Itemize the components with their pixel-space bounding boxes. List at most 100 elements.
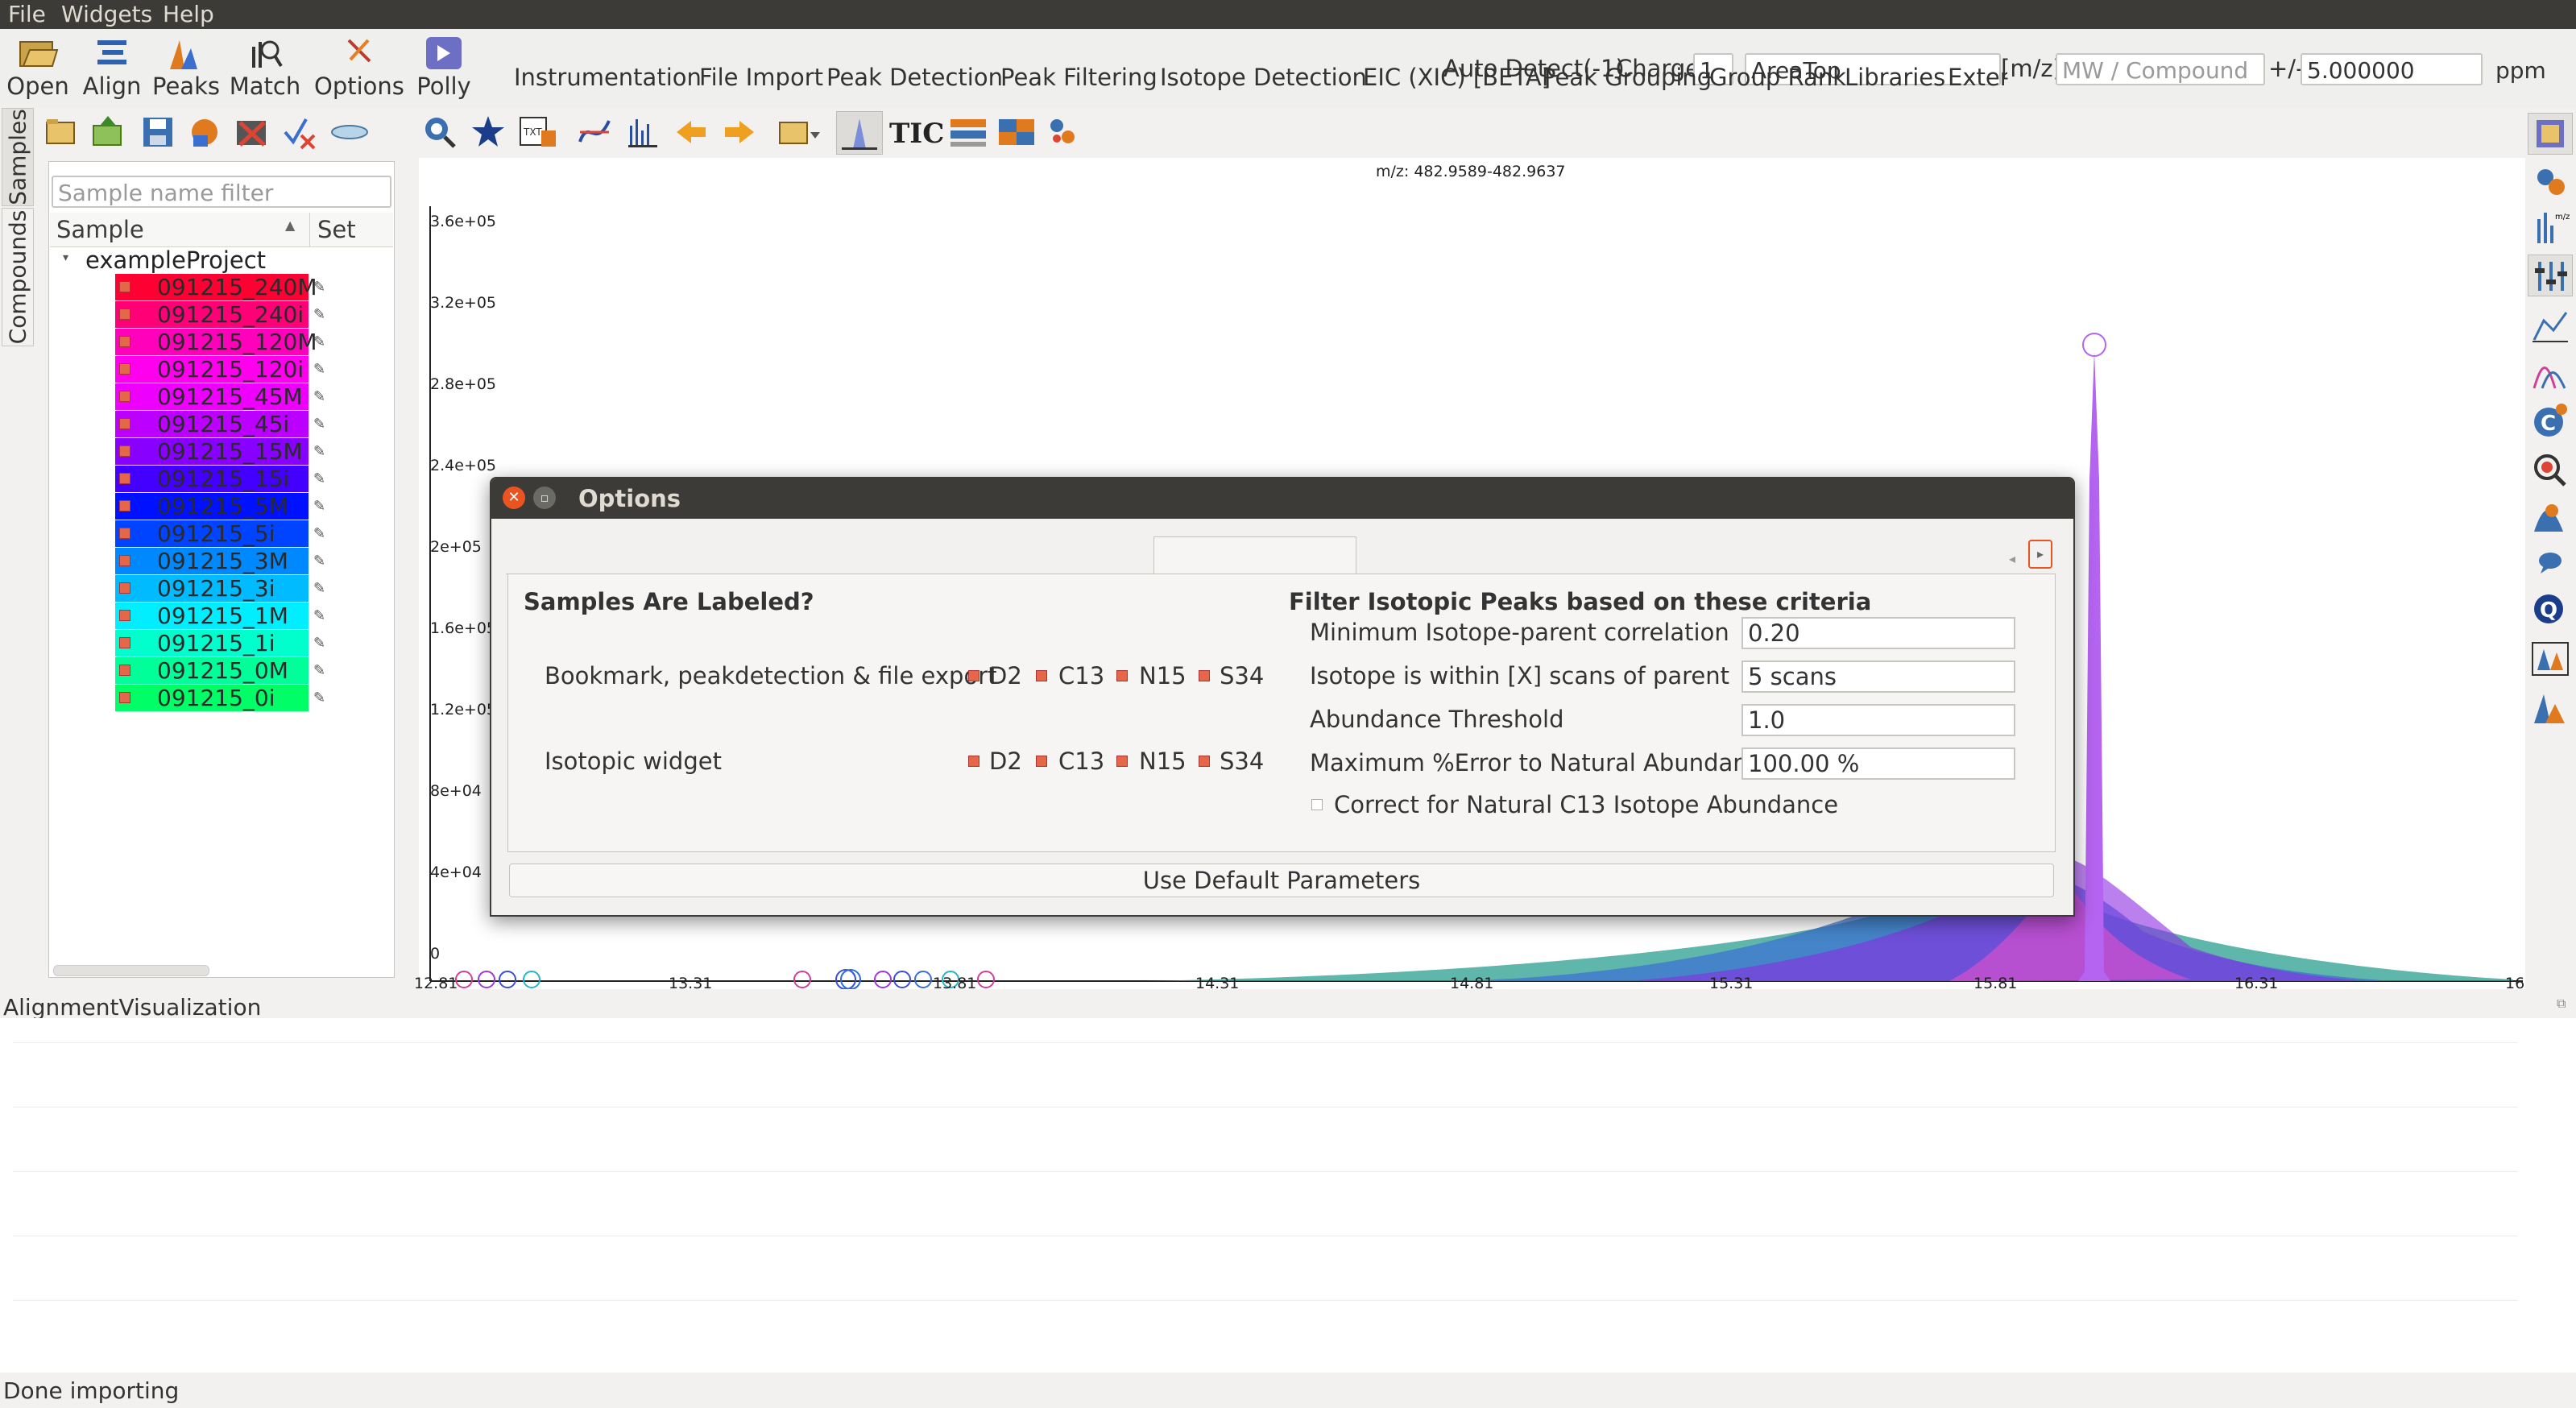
load-folder-icon[interactable] — [43, 114, 79, 150]
eic-view-icon[interactable] — [836, 111, 883, 155]
sliders-icon[interactable] — [2528, 255, 2573, 296]
edit-set-icon[interactable]: ✎ — [313, 274, 325, 300]
menu-file[interactable]: File — [8, 0, 46, 29]
match-button[interactable]: Match — [229, 32, 301, 108]
polly-button[interactable]: Polly — [408, 32, 480, 108]
sample-row[interactable]: 091215_15M ✎ — [115, 438, 325, 465]
abundance-spinbox[interactable]: 1.0 — [1741, 704, 2015, 736]
edit-set-icon[interactable]: ✎ — [313, 383, 325, 410]
covariance-icon[interactable]: C — [2528, 400, 2573, 441]
spectra-icon[interactable] — [625, 114, 661, 150]
tab-file-import[interactable]: File Import — [699, 60, 823, 95]
tab-peak-filtering[interactable]: Peak Filtering — [1000, 60, 1158, 95]
open-group-icon[interactable] — [777, 114, 825, 150]
sample-checkbox[interactable] — [119, 665, 130, 676]
maximize-icon[interactable]: ▫ — [533, 487, 556, 509]
chat-icon[interactable] — [2528, 541, 2573, 583]
edit-set-icon[interactable]: ✎ — [313, 630, 325, 656]
edit-set-icon[interactable]: ✎ — [313, 657, 325, 684]
sample-checkbox[interactable] — [119, 637, 130, 648]
checkbox-widget-c13[interactable] — [1036, 756, 1047, 767]
tab-scroll-left-icon[interactable]: ◂ — [2009, 551, 2015, 566]
sample-checkbox[interactable] — [119, 336, 130, 347]
sample-checkbox[interactable] — [119, 309, 130, 320]
sample-filter-input[interactable]: Sample name filter — [52, 176, 391, 208]
edit-set-icon[interactable]: ✎ — [313, 575, 325, 602]
ligand-icon[interactable] — [2528, 159, 2573, 201]
checkbox-export-d2[interactable] — [968, 670, 979, 681]
sample-checkbox[interactable] — [119, 281, 130, 292]
group-bars-icon[interactable] — [947, 114, 989, 150]
edit-set-icon[interactable]: ✎ — [313, 329, 325, 355]
checkbox-correct-c13[interactable] — [1311, 799, 1323, 810]
checkbox-widget-s34[interactable] — [1199, 756, 1210, 767]
tab-peak-grouping[interactable]: Peak Grouping — [1542, 60, 1712, 95]
menu-help[interactable]: Help — [163, 0, 214, 29]
sample-checkbox[interactable] — [119, 445, 130, 457]
peaks-button[interactable]: Peaks — [150, 32, 222, 108]
unit-select[interactable]: ppm — [2489, 53, 2562, 85]
tab-scroll-right-icon[interactable]: ▸ — [2028, 540, 2052, 569]
sample-checkbox[interactable] — [119, 528, 130, 539]
use-default-parameters-button[interactable]: Use Default Parameters — [509, 863, 2054, 897]
col-sample[interactable]: Sample — [56, 216, 144, 243]
tab-group-rank[interactable]: Group Rank — [1709, 60, 1846, 95]
tab-libraries[interactable]: Libraries — [1845, 60, 1945, 95]
tab-external[interactable]: Exter — [1948, 60, 2007, 95]
normalize-icon[interactable] — [329, 118, 371, 147]
sample-row[interactable]: 091215_3M ✎ — [115, 548, 325, 574]
panel-float-icon[interactable]: ⧉ — [2557, 996, 2566, 1012]
spline-icon[interactable] — [577, 114, 612, 150]
sample-row[interactable]: 091215_0i ✎ — [115, 685, 325, 711]
tab-compounds[interactable]: Compounds — [2, 208, 34, 346]
sample-row[interactable]: 091215_45i ✎ — [115, 411, 325, 437]
project-name[interactable]: exampleProject — [85, 246, 266, 274]
color-samples-icon[interactable] — [187, 114, 222, 150]
sample-row[interactable]: 091215_240M ✎ — [115, 274, 325, 300]
edit-set-icon[interactable]: ✎ — [313, 356, 325, 383]
align-button[interactable]: Align — [76, 32, 148, 108]
sample-row[interactable]: 091215_15i ✎ — [115, 466, 325, 492]
close-icon[interactable]: ✕ — [503, 487, 525, 509]
sample-checkbox[interactable] — [119, 500, 130, 511]
sample-hscrollbar[interactable] — [53, 965, 209, 976]
tab-samples[interactable]: Samples — [2, 108, 34, 206]
mz-spectra-icon[interactable]: m/z — [2528, 206, 2573, 248]
sample-checkbox[interactable] — [119, 555, 130, 566]
edit-set-icon[interactable]: ✎ — [313, 603, 325, 629]
options-button[interactable]: Options — [314, 32, 404, 108]
heatmap-icon[interactable] — [996, 114, 1037, 150]
sample-row[interactable]: 091215_3i ✎ — [115, 575, 325, 602]
sample-row[interactable]: 091215_1i ✎ — [115, 630, 325, 656]
compound-search-input[interactable]: MW / Compound — [2056, 53, 2265, 85]
sample-row[interactable]: 091215_120i ✎ — [115, 356, 325, 383]
edit-set-icon[interactable]: ✎ — [313, 520, 325, 547]
edit-set-icon[interactable]: ✎ — [313, 493, 325, 520]
line-chart-icon[interactable] — [2528, 304, 2573, 346]
sample-checkbox[interactable] — [119, 582, 130, 594]
edit-set-icon[interactable]: ✎ — [313, 685, 325, 711]
edit-set-icon[interactable]: ✎ — [313, 466, 325, 492]
peak-shape-icon[interactable] — [2528, 686, 2573, 728]
checkbox-export-n15[interactable] — [1116, 670, 1128, 681]
checkbox-export-c13[interactable] — [1036, 670, 1047, 681]
bookmark-star-icon[interactable] — [470, 114, 506, 150]
sample-row[interactable]: 091215_5M ✎ — [115, 493, 325, 520]
checkbox-widget-d2[interactable] — [968, 756, 979, 767]
fragmentation-icon[interactable] — [2528, 495, 2573, 536]
expand-arrow-icon[interactable]: ▾ — [63, 251, 68, 264]
compare-samples-icon[interactable] — [2528, 638, 2573, 680]
min-correlation-spinbox[interactable]: 0.20 — [1741, 617, 2015, 649]
edit-set-icon[interactable]: ✎ — [313, 301, 325, 328]
checkbox-export-s34[interactable] — [1199, 670, 1210, 681]
sample-checkbox[interactable] — [119, 363, 130, 375]
edit-set-icon[interactable]: ✎ — [313, 438, 325, 465]
isotope-peaks-icon[interactable] — [2528, 353, 2573, 395]
edit-set-icon[interactable]: ✎ — [313, 548, 325, 574]
sample-row[interactable]: 091215_45M ✎ — [115, 383, 325, 410]
open-button[interactable]: Open — [2, 32, 74, 108]
scans-spinbox[interactable]: 5 scans — [1741, 661, 2015, 693]
sample-checkbox[interactable] — [119, 418, 130, 429]
tab-eic-xic[interactable]: EIC (XIC) [BETA] — [1363, 60, 1551, 95]
edit-set-icon[interactable]: ✎ — [313, 411, 325, 437]
